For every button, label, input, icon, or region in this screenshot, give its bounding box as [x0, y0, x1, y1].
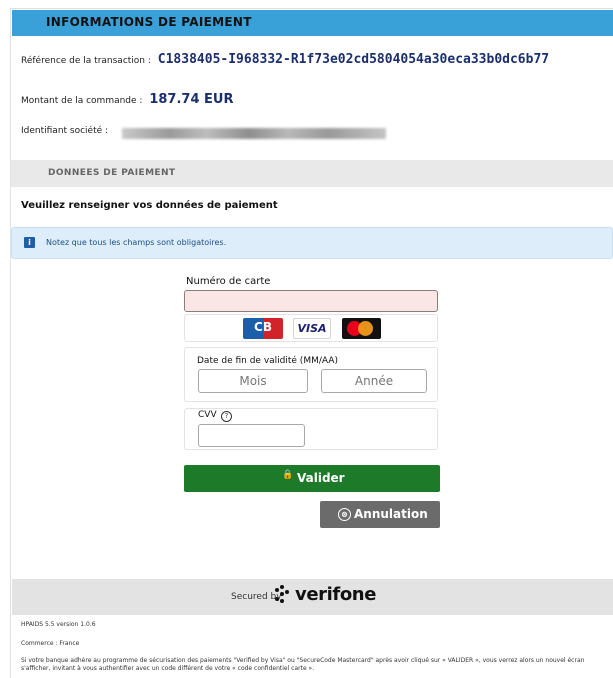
expiry-month-select[interactable]: Mois	[198, 369, 308, 393]
cancel-button[interactable]: ⊗ Annulation	[320, 501, 440, 528]
cancel-icon: ⊗	[338, 508, 351, 521]
visa-card-logo[interactable]: VISA	[293, 318, 331, 339]
verifone-logo-icon	[275, 585, 293, 605]
amount-value: 187.74 EUR	[149, 92, 234, 107]
card-number-input[interactable]	[184, 290, 438, 312]
company-label: Identifiant société :	[21, 126, 109, 136]
info-icon: i	[24, 237, 35, 248]
cvv-input[interactable]	[198, 424, 305, 447]
company-id-redacted	[122, 128, 386, 139]
validate-button[interactable]: 🔒 Valider	[184, 465, 440, 492]
company-id: Identifiant société :	[21, 126, 108, 136]
page-frame	[10, 8, 613, 678]
disclaimer-text: Si votre banque adhère au programme de s…	[21, 657, 585, 672]
section-title: DONNEES DE PAIEMENT	[48, 168, 176, 178]
reference-value: C1838405-I968332-R1f73e02cd5804054a30eca…	[157, 52, 550, 67]
cb-logo-text: CB	[254, 320, 272, 334]
mastercard-logo[interactable]	[342, 318, 381, 339]
validate-label: Valider	[297, 471, 345, 485]
instruction-text: Veuillez renseigner vos données de paiem…	[21, 200, 278, 211]
order-amount: Montant de la commande : 187.74 EUR	[21, 92, 233, 107]
version-text: HPAIDS 5.5 version 1.0.6	[21, 621, 96, 628]
payment-data-section-header: DONNEES DE PAIEMENT	[11, 160, 613, 187]
cvv-label: CVV	[198, 410, 217, 420]
amount-label: Montant de la commande :	[21, 96, 143, 106]
cancel-label: Annulation	[354, 507, 428, 521]
mastercard-orange-circle	[358, 321, 373, 336]
required-fields-notice: i Notez que tous les champs sont obligat…	[11, 227, 613, 259]
expiry-date-label: Date de fin de validité (MM/AA)	[197, 356, 338, 366]
card-brand-selector: CB VISA	[184, 314, 438, 342]
verifone-logo-text: verifone	[295, 584, 377, 605]
lock-icon: 🔒	[282, 470, 294, 480]
expiry-year-select[interactable]: Année	[321, 369, 427, 393]
visa-logo-text: VISA	[297, 322, 327, 335]
transaction-reference: Référence de la transaction : C1838405-I…	[21, 52, 549, 67]
reference-label: Référence de la transaction :	[21, 56, 151, 66]
secured-by-footer: Secured by verifone	[12, 579, 613, 615]
cb-card-logo[interactable]: CB	[243, 318, 283, 339]
merchant-text: Commerce : France	[21, 640, 80, 647]
header-title: INFORMATIONS DE PAIEMENT	[46, 15, 252, 29]
card-number-label: Numéro de carte	[186, 276, 271, 287]
help-icon[interactable]: ?	[221, 411, 232, 422]
secured-by-text: Secured by	[231, 592, 282, 602]
notice-text: Notez que tous les champs sont obligatoi…	[46, 238, 227, 247]
payment-info-header: INFORMATIONS DE PAIEMENT	[12, 10, 613, 36]
